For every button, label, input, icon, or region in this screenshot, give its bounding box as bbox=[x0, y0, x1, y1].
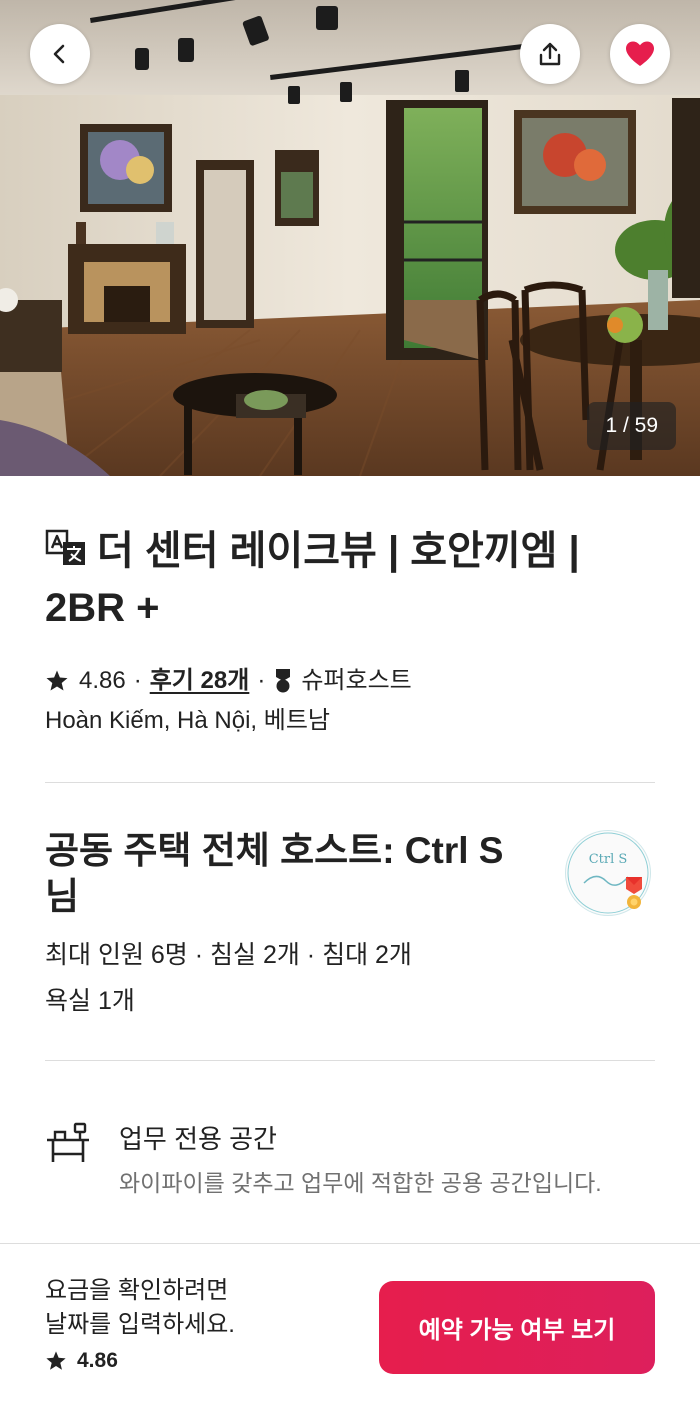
section-divider bbox=[45, 782, 655, 783]
booking-footer: 요금을 확인하려면 날짜를 입력하세요. 4.86 예약 가능 여부 보기 bbox=[0, 1243, 700, 1402]
section-divider bbox=[45, 1060, 655, 1061]
bathroom-line: 욕실 1개 bbox=[45, 987, 135, 1015]
price-note[interactable]: 요금을 확인하려면 날짜를 입력하세요. bbox=[45, 1274, 235, 1342]
rating-value: 4.86 bbox=[79, 667, 126, 694]
chevron-left-icon bbox=[53, 44, 65, 64]
share-button[interactable] bbox=[520, 24, 580, 84]
listing-title: 더 센터 레이크뷰 | 호안끼엠 | 2BR + bbox=[45, 524, 645, 635]
host-avatar-image: Ctrl S bbox=[567, 832, 649, 914]
star-icon bbox=[46, 670, 68, 691]
host-capacity-details: 최대 인원 6명 · 침실 2개 · 침대 2개 욕실 1개 bbox=[45, 932, 565, 1024]
avatar-text: Ctrl S bbox=[589, 852, 628, 867]
heart-icon bbox=[626, 41, 654, 66]
listing-title-text: 더 센터 레이크뷰 | 호안끼엠 | 2BR + bbox=[45, 529, 580, 630]
listing-title-block: 더 센터 레이크뷰 | 호안끼엠 | 2BR + bbox=[45, 524, 645, 635]
amenity-description: 와이파이를 갖추고 업무에 적합한 공용 공간입니다. bbox=[119, 1170, 602, 1196]
share-icon bbox=[539, 42, 561, 66]
translate-icon[interactable] bbox=[45, 527, 87, 581]
back-button[interactable] bbox=[30, 24, 90, 84]
price-note-line2: 날짜를 입력하세요. bbox=[45, 1311, 235, 1338]
host-title: 공동 주택 전체 호스트: Ctrl S 님 bbox=[45, 830, 504, 917]
amenity-title: 업무 전용 공간 bbox=[119, 1124, 277, 1154]
rating-summary: 4.86 · 후기 28개 · 슈퍼호스트 bbox=[45, 666, 412, 696]
photo-counter: 1 / 59 bbox=[587, 402, 676, 450]
host-avatar[interactable]: Ctrl S bbox=[565, 830, 651, 916]
separator-dot: · bbox=[257, 667, 266, 694]
reviews-link[interactable]: 후기 28개 bbox=[150, 666, 250, 696]
separator-dot: · bbox=[133, 667, 142, 694]
price-note-line1: 요금을 확인하려면 bbox=[45, 1277, 229, 1304]
footer-rating: 4.86 bbox=[45, 1349, 118, 1373]
check-availability-button[interactable]: 예약 가능 여부 보기 bbox=[379, 1281, 655, 1374]
listing-photo-gallery[interactable]: 1 / 59 bbox=[0, 0, 700, 476]
footer-rating-value: 4.86 bbox=[77, 1349, 118, 1372]
workspace-desk-icon bbox=[47, 1122, 89, 1162]
star-icon bbox=[46, 1351, 66, 1370]
listing-location[interactable]: Hoàn Kiếm, Hà Nội, 베트남 bbox=[45, 706, 330, 736]
capacity-line: 최대 인원 6명 · 침실 2개 · 침대 2개 bbox=[45, 941, 412, 969]
wishlist-button[interactable] bbox=[610, 24, 670, 84]
superhost-label: 슈퍼호스트 bbox=[301, 667, 412, 694]
superhost-badge-icon bbox=[276, 669, 291, 693]
